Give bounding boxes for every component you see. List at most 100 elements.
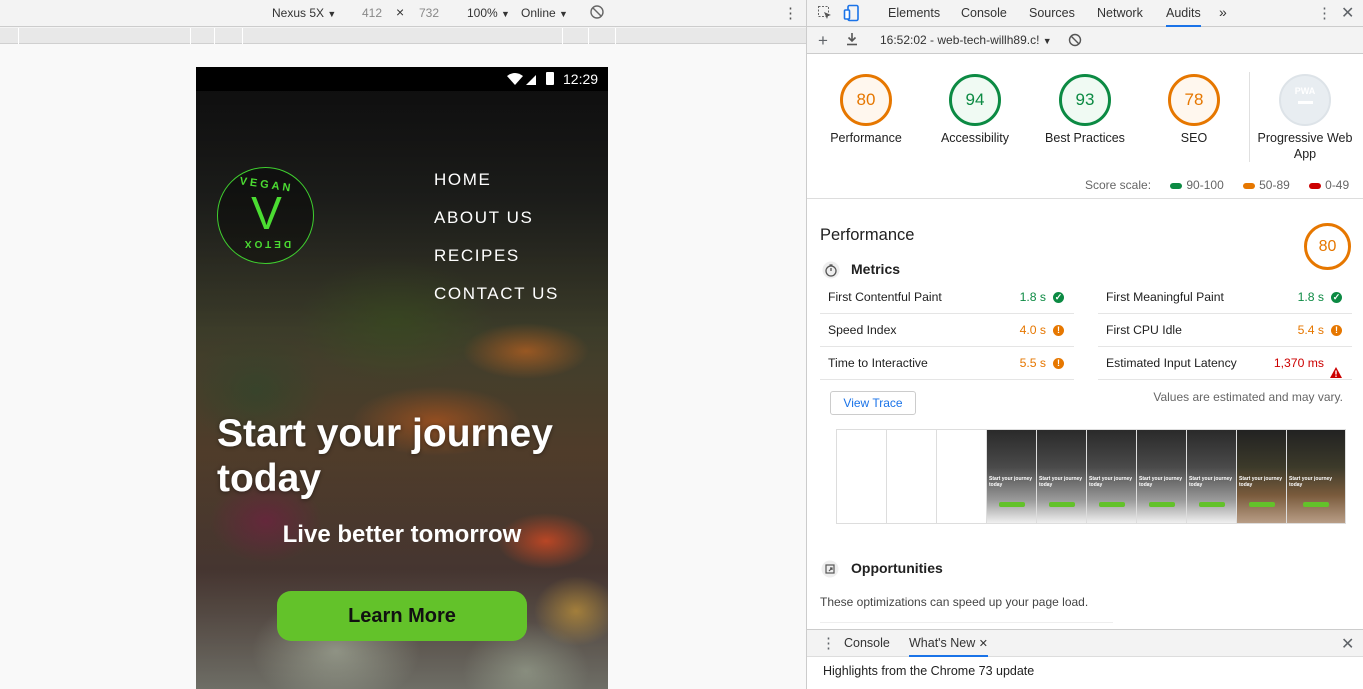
filmstrip-frame-button (1249, 502, 1275, 507)
chevron-down-icon: ▼ (559, 9, 568, 19)
height-input[interactable]: 732 (419, 6, 439, 20)
filmstrip-frame-text: Start your journey today (1139, 476, 1183, 488)
metric-row: Time to Interactive 5.5 s ! (820, 347, 1074, 380)
metric-value: 5.4 s (1297, 323, 1324, 337)
tab-elements[interactable]: Elements (888, 6, 940, 20)
hero-subheadline: Live better tomorrow (196, 521, 608, 549)
filmstrip-frame: Start your journey today (1037, 430, 1087, 523)
metric-row: First Meaningful Paint 1.8 s ✓ (1098, 281, 1352, 314)
hero-section: VEGAN V DETOX HOME ABOUT US RECIPES CONT… (196, 91, 608, 689)
close-drawer-icon[interactable]: ✕ (1341, 634, 1354, 654)
filmstrip-frame-button (1049, 502, 1075, 507)
filmstrip-frame-text: Start your journey today (1289, 476, 1333, 488)
view-trace-button[interactable]: View Trace (830, 391, 916, 415)
signal-icon (507, 73, 536, 85)
filmstrip-frame: Start your journey today (1187, 430, 1237, 523)
score-scale-label: Score scale: (1085, 178, 1152, 192)
device-select[interactable]: Nexus 5X ▼ (272, 6, 336, 20)
report-select[interactable]: 16:52:02 - web-tech-willh89.c! ▼ (880, 33, 1052, 47)
site-logo[interactable]: VEGAN V DETOX (217, 167, 314, 264)
filmstrip-frame-text: Start your journey today (1039, 476, 1083, 488)
tab-console[interactable]: Console (961, 6, 1007, 20)
metric-value: 1,370 ms (1273, 356, 1324, 370)
check-icon: ✓ (1053, 292, 1064, 303)
seo-gauge[interactable]: 78 (1168, 74, 1220, 126)
drawer-menu-icon[interactable]: ⋮ (821, 634, 836, 652)
check-icon: ✓ (1331, 292, 1342, 303)
device-select-label: Nexus 5X (272, 6, 325, 20)
filmstrip-frame-button (1099, 502, 1125, 507)
tab-audits[interactable]: Audits (1166, 6, 1201, 27)
zoom-select[interactable]: 100% ▼ (467, 6, 510, 20)
logo-letter: V (251, 187, 282, 239)
performance-score-gauge: 80 (1304, 223, 1351, 270)
pwa-badge-icon[interactable]: PWA (1279, 74, 1331, 126)
accessibility-gauge[interactable]: 94 (949, 74, 1001, 126)
close-icon[interactable]: ✕ (1341, 3, 1354, 23)
phone-screen: 12:29 VEGAN V DETOX HOME ABOUT US RECIPE… (196, 67, 608, 689)
drawer-tab-whats-new[interactable]: What's New ✕ (909, 636, 988, 657)
estimated-note: Values are estimated and may vary. (1153, 390, 1343, 404)
accessibility-label: Accessibility (940, 131, 1010, 145)
drawer-tab-console[interactable]: Console (844, 636, 890, 650)
scale-mid: 50-89 (1259, 178, 1290, 192)
pwa-dash-icon (1298, 101, 1313, 104)
tab-network[interactable]: Network (1097, 6, 1143, 20)
download-icon[interactable] (845, 32, 859, 49)
devtools-panel: Elements Console Sources Network Audits … (806, 0, 1363, 689)
device-emulation-pane: Nexus 5X ▼ 412 × 732 100% ▼ Online ▼ ⋮ 1… (0, 0, 806, 689)
filmstrip-frame: Start your journey today (987, 430, 1037, 523)
device-toggle-icon[interactable] (843, 4, 861, 25)
pass-swatch (1170, 182, 1183, 189)
nav-about-us[interactable]: ABOUT US (434, 208, 533, 228)
close-icon[interactable]: ✕ (979, 638, 988, 650)
hero-subheadline-text: Live better tomorrow (282, 521, 522, 548)
metrics-header: Metrics (851, 261, 901, 277)
metric-value: 1.8 s (1019, 290, 1046, 304)
nav-contact-us[interactable]: CONTACT US (434, 284, 559, 304)
metric-value: 4.0 s (1019, 323, 1046, 337)
nav-recipes[interactable]: RECIPES (434, 246, 520, 266)
nav-home[interactable]: HOME (434, 170, 491, 190)
tab-sources[interactable]: Sources (1029, 6, 1075, 20)
whats-new-message: Highlights from the Chrome 73 update (823, 664, 1035, 678)
media-query-ruler[interactable] (0, 28, 806, 44)
pwa-label: Progressive Web App (1257, 131, 1353, 161)
seo-label: SEO (1180, 131, 1208, 145)
opportunity-header (820, 622, 1113, 629)
fail-swatch (1309, 182, 1322, 189)
learn-more-button[interactable]: Learn More (277, 591, 527, 641)
filmstrip-frame: Start your journey today (1087, 430, 1137, 523)
best-practices-gauge[interactable]: 93 (1059, 74, 1111, 126)
inspect-element-icon[interactable] (817, 5, 833, 24)
metric-row: First CPU Idle 5.4 s ! (1098, 314, 1352, 347)
report-select-label: 16:52:02 - web-tech-willh89.c! (880, 33, 1040, 47)
chevron-down-icon: ▼ (501, 9, 510, 19)
width-input[interactable]: 412 (362, 6, 382, 20)
opportunities-description: These optimizations can speed up your pa… (820, 595, 1089, 609)
rotate-icon[interactable] (589, 4, 605, 23)
filmstrip-frame-text: Start your journey today (1239, 476, 1283, 488)
scale-low: 0-49 (1325, 178, 1350, 192)
filmstrip-frame: Start your journey today (1237, 430, 1287, 523)
device-toolbar: Nexus 5X ▼ 412 × 732 100% ▼ Online ▼ ⋮ (0, 0, 806, 27)
filmstrip-frame-text: Start your journey today (1189, 476, 1233, 488)
more-tabs-icon[interactable]: » (1219, 4, 1227, 20)
clear-icon[interactable] (1068, 33, 1082, 50)
filmstrip-frame-blank (837, 430, 887, 523)
chevron-down-icon: ▼ (1042, 36, 1052, 46)
filmstrip-frame-button (1149, 502, 1175, 507)
drawer-tabbar: ⋮ Console What's New ✕ ✕ (807, 630, 1363, 657)
more-options-icon[interactable]: ⋮ (1317, 4, 1332, 22)
network-select[interactable]: Online ▼ (521, 6, 568, 20)
performance-gauge[interactable]: 80 (840, 74, 892, 126)
performance-section-title: Performance (820, 226, 915, 244)
scale-high: 90-100 (1186, 178, 1224, 192)
audits-toolbar: + 16:52:02 - web-tech-willh89.c! ▼ (807, 27, 1363, 54)
new-audit-icon[interactable]: + (818, 31, 828, 51)
score-scale: Score scale: 90-100 50-89 0-49 (1085, 178, 1349, 192)
more-options-icon[interactable]: ⋮ (783, 4, 798, 22)
network-label: Online (521, 6, 556, 20)
filmstrip-frame-button (1303, 502, 1329, 507)
filmstrip-frame: Start your journey today (1287, 430, 1345, 523)
